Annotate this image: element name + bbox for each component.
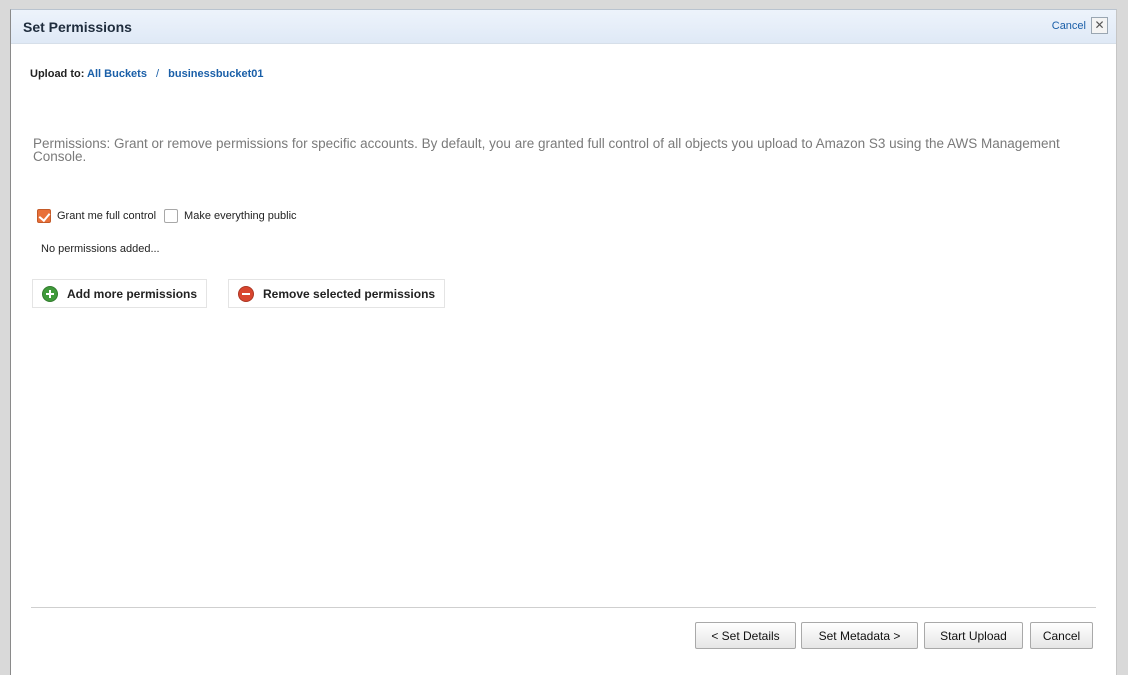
cancel-button[interactable]: Cancel bbox=[1030, 622, 1093, 649]
start-upload-button[interactable]: Start Upload bbox=[924, 622, 1023, 649]
dialog-titlebar: Set Permissions Cancel ✕ bbox=[11, 10, 1116, 44]
grant-full-control-label: Grant me full control bbox=[57, 210, 157, 222]
make-public-label: Make everything public bbox=[184, 210, 297, 222]
no-permissions-text: No permissions added... bbox=[41, 243, 160, 255]
permission-options: Grant me full control Make everything pu… bbox=[37, 209, 305, 223]
set-details-button[interactable]: < Set Details bbox=[695, 622, 796, 649]
make-public-checkbox[interactable] bbox=[164, 209, 179, 223]
dialog-title: Set Permissions bbox=[23, 19, 132, 35]
remove-permissions-label: Remove selected permissions bbox=[263, 286, 436, 301]
grant-full-control-checkbox[interactable] bbox=[37, 209, 51, 223]
remove-circle-icon bbox=[238, 285, 254, 302]
breadcrumb-label: Upload to: bbox=[30, 68, 85, 80]
breadcrumb: Upload to: All Buckets / businessbucket0… bbox=[30, 68, 264, 80]
remove-permissions-button[interactable]: Remove selected permissions bbox=[228, 279, 446, 308]
breadcrumb-bucket-link[interactable]: businessbucket01 bbox=[168, 68, 263, 80]
add-permissions-button[interactable]: Add more permissions bbox=[32, 279, 208, 308]
add-permissions-label: Add more permissions bbox=[67, 286, 198, 301]
close-icon[interactable]: ✕ bbox=[1091, 17, 1108, 34]
set-metadata-button[interactable]: Set Metadata > bbox=[801, 622, 918, 649]
add-circle-icon bbox=[42, 285, 58, 302]
breadcrumb-all-buckets-link[interactable]: All Buckets bbox=[87, 68, 147, 80]
header-cancel-link[interactable]: Cancel bbox=[1052, 20, 1086, 32]
breadcrumb-separator: / bbox=[156, 68, 160, 80]
permissions-description: Permissions: Grant or remove permissions… bbox=[33, 136, 1060, 164]
set-permissions-dialog: Set Permissions Cancel ✕ Upload to: All … bbox=[10, 9, 1117, 675]
footer-divider bbox=[31, 607, 1096, 608]
